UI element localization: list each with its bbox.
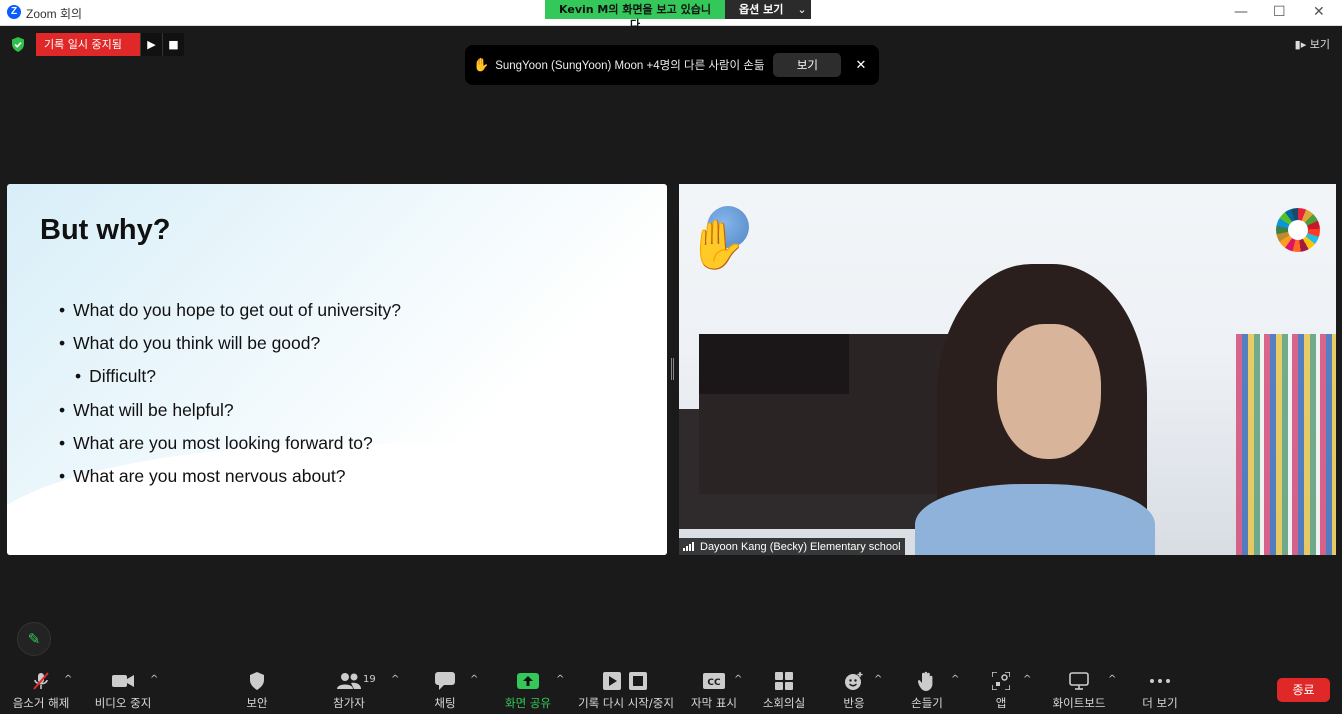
captions-options-caret-icon[interactable]: ^ [734, 674, 742, 685]
stop-video-button[interactable]: 비디오 중지 [90, 662, 156, 714]
slide-bullet: What are you most nervous about? [59, 464, 401, 497]
record-button[interactable]: 기록 다시 시작/중지 [576, 662, 676, 714]
video-options-caret-icon[interactable]: ^ [150, 674, 158, 685]
meeting-toolbar: 음소거 해제 ^ 비디오 중지 ^ 보안 참가자 19 ^ 채팅 ^ 화면 공유… [0, 662, 1342, 714]
apps-button[interactable]: 앱 [986, 662, 1016, 714]
raise-hand-options-caret-icon[interactable]: ^ [951, 674, 959, 685]
slide-sub-bullet: Difficult? [59, 364, 401, 397]
background-bookshelf [1236, 334, 1336, 555]
mic-muted-icon [21, 670, 61, 692]
share-options-caret-icon[interactable]: ^ [556, 674, 564, 685]
reactions-button[interactable]: 반응 [834, 662, 874, 714]
slide-bullet: What are you most looking forward to? [59, 431, 401, 464]
raise-hand-button[interactable]: 손들기 [904, 662, 950, 714]
more-dots-icon [1140, 670, 1180, 692]
shield-check-icon[interactable] [11, 37, 25, 52]
end-meeting-button[interactable]: 종료 [1277, 678, 1330, 702]
whiteboard-options-caret-icon[interactable]: ^ [1108, 674, 1116, 685]
share-screen-icon [508, 670, 548, 692]
pane-resize-handle[interactable] [671, 358, 674, 380]
annotate-pencil-button[interactable]: ✎ [17, 622, 51, 656]
raised-hand-notification: ✋ SungYoon (SungYoon) Moon +4명의 다른 사람이 손… [465, 45, 879, 85]
apps-icon [981, 670, 1021, 692]
audio-options-caret-icon[interactable]: ^ [64, 674, 72, 685]
more-button[interactable]: 더 보기 [1138, 662, 1182, 714]
stop-icon: ■ [168, 38, 179, 51]
svg-text:CC: CC [707, 678, 721, 688]
slide-title: But why? [40, 214, 171, 246]
record-play-stop-icon [601, 670, 651, 692]
whiteboard-icon [1059, 670, 1099, 692]
layout-icon: ▮▸ [1294, 38, 1307, 51]
close-icon[interactable]: ✕ [855, 58, 866, 73]
play-icon: ▶ [147, 38, 156, 51]
participants-button[interactable]: 참가자 [322, 662, 376, 714]
resume-recording-button[interactable]: ▶ [140, 33, 162, 56]
slide-bullet: What will be helpful? [59, 398, 401, 431]
participant-body [915, 484, 1155, 555]
participant-name-tag: Dayoon Kang (Becky) Elementary school [679, 538, 905, 555]
video-camera-icon [103, 670, 143, 692]
slide-bullet: What do you think will be good? [59, 331, 401, 364]
participant-video[interactable]: ✋ [679, 184, 1336, 555]
share-status-text: Kevin M의 화면을 보고 있습니다 [545, 0, 725, 31]
participants-count: 19 [363, 674, 376, 685]
chat-bubble-icon [425, 670, 465, 692]
smiley-plus-icon [834, 670, 874, 692]
signal-strength-icon [683, 542, 695, 551]
chevron-down-icon[interactable]: ⌄ [797, 0, 806, 19]
shared-screen-slide: But why? What do you hope to get out of … [7, 184, 667, 555]
view-options-button[interactable]: 옵션 보기 [725, 0, 783, 19]
share-screen-button[interactable]: 화면 공유 [500, 662, 556, 714]
shield-icon [237, 670, 277, 692]
participant-face [997, 324, 1101, 459]
unmute-button[interactable]: 음소거 해제 [6, 662, 76, 714]
sdg-wheel-logo [1276, 208, 1320, 252]
screen-share-banner: Kevin M의 화면을 보고 있습니다 옵션 보기 ⌄ [545, 0, 811, 31]
grid-icon [764, 670, 804, 692]
chat-options-caret-icon[interactable]: ^ [470, 674, 478, 685]
cc-icon: CC [694, 670, 734, 692]
slide-bullet: What do you hope to get out of universit… [59, 298, 401, 331]
raised-hand-view-button[interactable]: 보기 [773, 53, 842, 77]
minimize-icon[interactable]: — [1234, 4, 1248, 20]
raised-hand-icon: ✋ [473, 57, 490, 73]
security-button[interactable]: 보안 [232, 662, 282, 714]
stop-recording-button[interactable]: ■ [162, 33, 184, 56]
close-icon[interactable]: ✕ [1313, 4, 1325, 20]
raised-hand-text: SungYoon (SungYoon) Moon +4명의 다른 사람이 손듦 [495, 60, 765, 72]
zoom-logo-icon: Z [7, 5, 21, 19]
apps-options-caret-icon[interactable]: ^ [1023, 674, 1031, 685]
chat-button[interactable]: 채팅 [422, 662, 468, 714]
maximize-icon[interactable]: ☐ [1273, 4, 1286, 20]
pencil-icon: ✎ [27, 630, 41, 648]
participant-name: Dayoon Kang (Becky) Elementary school [700, 540, 901, 553]
background-piano-lid [699, 334, 849, 394]
reactions-options-caret-icon[interactable]: ^ [874, 674, 882, 685]
raised-hand-icon: ✋ [687, 217, 747, 273]
slide-bullet-list: What do you hope to get out of universit… [59, 298, 401, 497]
breakout-rooms-button[interactable]: 소회의실 [758, 662, 810, 714]
recording-indicator: 기록 일시 중지됨 ▶ ■ [36, 33, 184, 56]
whiteboard-button[interactable]: 화이트보드 [1048, 662, 1110, 714]
raise-hand-icon [907, 670, 947, 692]
recording-status: 기록 일시 중지됨 [36, 33, 140, 56]
window-title: Zoom 회의 [26, 7, 83, 21]
view-layout-button[interactable]: ▮▸ 보기 [1295, 36, 1330, 52]
captions-button[interactable]: CC 자막 표시 [688, 662, 740, 714]
participants-options-caret-icon[interactable]: ^ [391, 674, 399, 685]
